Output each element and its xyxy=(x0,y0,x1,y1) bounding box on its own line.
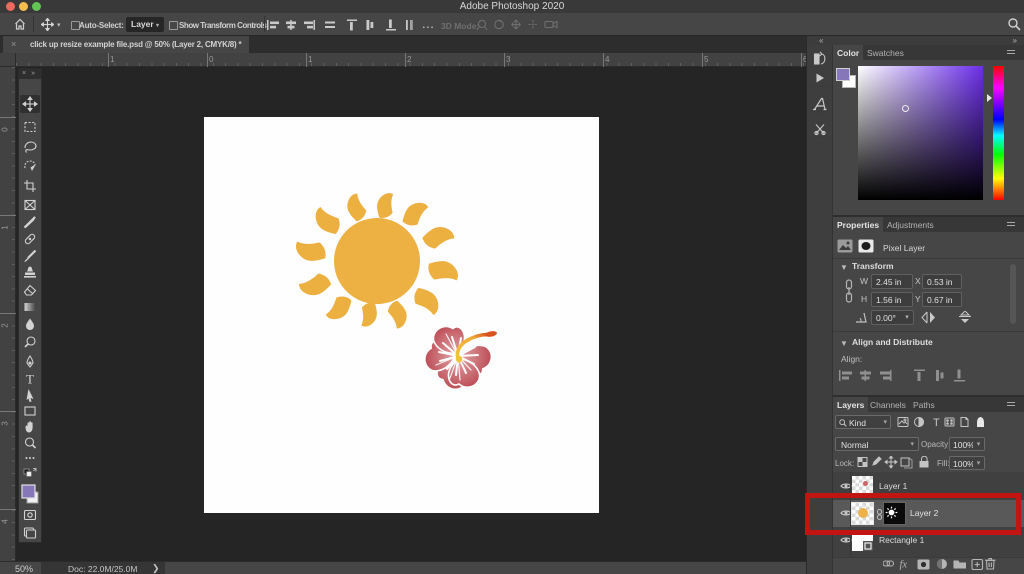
svg-text:fx: fx xyxy=(900,560,908,571)
svg-text:T: T xyxy=(26,372,34,387)
svg-text:T: T xyxy=(933,417,940,429)
